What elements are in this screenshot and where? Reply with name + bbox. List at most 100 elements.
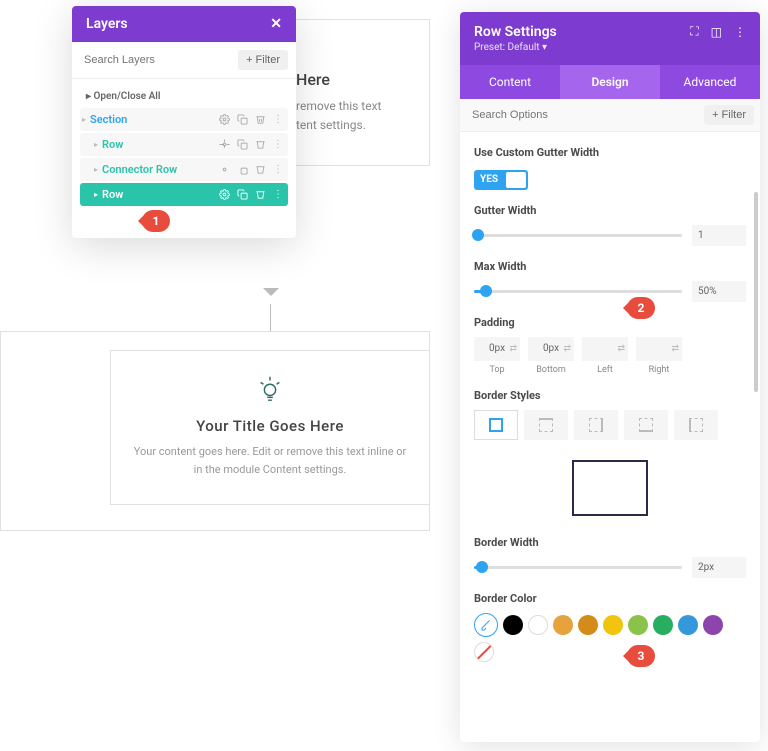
duplicate-icon[interactable]: [236, 114, 248, 126]
more-icon[interactable]: ⋮: [272, 189, 284, 201]
layer-section[interactable]: ▸ Section ⋮: [80, 108, 288, 131]
padding-left-input[interactable]: ⇄: [582, 337, 628, 361]
gear-icon[interactable]: [218, 189, 230, 201]
color-darkorange[interactable]: [578, 615, 598, 635]
layers-search-row: + Filter: [72, 42, 296, 79]
trash-icon[interactable]: [254, 164, 266, 176]
close-icon[interactable]: ✕: [270, 16, 282, 32]
layers-body: ▸ Open/Close All ▸ Section ⋮ ▸ Row ⋮ ▸ C…: [72, 79, 296, 238]
settings-search-row: + Filter: [460, 99, 760, 132]
slider-thumb[interactable]: [480, 285, 492, 297]
pad-label-right: Right: [649, 365, 670, 375]
tab-content[interactable]: Content: [460, 65, 560, 99]
module-title: Your Title Goes Here: [131, 417, 409, 435]
callout-1: 1: [142, 210, 170, 232]
color-green[interactable]: [653, 615, 673, 635]
border-style-bottom[interactable]: [624, 410, 668, 440]
label-border-styles: Border Styles: [474, 389, 746, 402]
color-blue[interactable]: [678, 615, 698, 635]
tab-advanced[interactable]: Advanced: [660, 65, 760, 99]
layer-connector-row[interactable]: ▸ Connector Row ⋮: [80, 158, 288, 181]
label-max-width: Max Width: [474, 260, 746, 273]
chevron-icon: ▸: [94, 140, 98, 149]
color-yellow[interactable]: [603, 615, 623, 635]
border-style-right[interactable]: [574, 410, 618, 440]
toggle-switch: [506, 172, 526, 188]
gutter-width-slider[interactable]: [474, 234, 682, 237]
label-padding: Padding: [474, 316, 746, 329]
padding-right-input[interactable]: ⇄: [636, 337, 682, 361]
max-width-slider[interactable]: [474, 290, 682, 293]
label-border-width: Border Width: [474, 536, 746, 549]
color-swatches: [474, 613, 746, 662]
settings-search-input[interactable]: [466, 105, 704, 125]
partial-text-1: remove this text: [296, 97, 409, 116]
color-lightgreen[interactable]: [628, 615, 648, 635]
settings-header: Row Settings Preset: Default ▾ ⛶ ◫ ⋮: [460, 12, 760, 65]
more-icon[interactable]: ⋮: [272, 164, 284, 176]
layers-search-input[interactable]: [80, 50, 232, 70]
gutter-toggle[interactable]: YES: [474, 170, 528, 190]
duplicate-icon[interactable]: [236, 164, 248, 176]
settings-tabs: Content Design Advanced: [460, 65, 760, 99]
lightbulb-icon: [255, 373, 285, 403]
layers-header: Layers ✕: [72, 6, 296, 42]
border-style-top[interactable]: [524, 410, 568, 440]
filter-button[interactable]: + Filter: [238, 50, 288, 70]
slider-thumb[interactable]: [476, 561, 488, 573]
link-icon[interactable]: ⇄: [671, 344, 679, 354]
module-content: Your content goes here. Edit or remove t…: [131, 443, 409, 478]
link-icon[interactable]: ⇄: [617, 344, 625, 354]
color-purple[interactable]: [703, 615, 723, 635]
gutter-width-value[interactable]: 1: [692, 225, 746, 246]
trash-icon[interactable]: [254, 139, 266, 151]
border-preview: [572, 460, 648, 516]
gear-icon[interactable]: [218, 139, 230, 151]
padding-bottom-input[interactable]: 0px⇄: [528, 337, 574, 361]
layers-title: Layers: [86, 16, 128, 32]
trash-icon[interactable]: [254, 189, 266, 201]
color-black[interactable]: [503, 615, 523, 635]
border-style-left[interactable]: [674, 410, 718, 440]
eyedropper-icon[interactable]: [474, 613, 498, 637]
connector-line: [270, 304, 271, 331]
color-none[interactable]: [474, 642, 494, 662]
link-icon[interactable]: ⇄: [563, 344, 571, 354]
more-icon[interactable]: ⋮: [734, 25, 746, 39]
border-style-all[interactable]: [474, 410, 518, 440]
padding-top-input[interactable]: 0px⇄: [474, 337, 520, 361]
layer-row-2-active[interactable]: ▸ Row ⋮: [80, 183, 288, 206]
max-width-value[interactable]: 50%: [692, 281, 746, 302]
settings-filter-button[interactable]: + Filter: [704, 105, 754, 125]
color-white[interactable]: [528, 615, 548, 635]
duplicate-icon[interactable]: [236, 139, 248, 151]
chevron-icon: ▸: [82, 115, 86, 124]
dock-icon[interactable]: ◫: [711, 25, 722, 39]
trash-icon[interactable]: [254, 114, 266, 126]
callout-3: 3: [627, 645, 655, 667]
tab-design[interactable]: Design: [560, 65, 660, 99]
gear-icon[interactable]: [218, 164, 230, 176]
more-icon[interactable]: ⋮: [272, 114, 284, 126]
link-icon[interactable]: ⇄: [509, 344, 517, 354]
slider-thumb[interactable]: [472, 229, 484, 241]
open-close-all[interactable]: ▸ Open/Close All: [80, 87, 288, 106]
border-width-value[interactable]: 2px: [692, 557, 746, 578]
chevron-icon: ▸: [94, 165, 98, 174]
label-gutter-width: Gutter Width: [474, 204, 746, 217]
duplicate-icon[interactable]: [236, 189, 248, 201]
more-icon[interactable]: ⋮: [272, 139, 284, 151]
canvas-module[interactable]: Your Title Goes Here Your content goes h…: [110, 350, 430, 505]
expand-icon[interactable]: ⛶: [690, 24, 698, 39]
chevron-icon: ▸: [94, 190, 98, 199]
toggle-yes-label: YES: [474, 170, 504, 189]
layer-row-1[interactable]: ▸ Row ⋮: [80, 133, 288, 156]
label-gutter-toggle: Use Custom Gutter Width: [474, 146, 746, 159]
scrollbar[interactable]: [754, 192, 758, 392]
color-orange[interactable]: [553, 615, 573, 635]
settings-panel: Row Settings Preset: Default ▾ ⛶ ◫ ⋮ Con…: [460, 12, 760, 742]
border-width-slider[interactable]: [474, 566, 682, 569]
gear-icon[interactable]: [218, 114, 230, 126]
settings-preset[interactable]: Preset: Default ▾: [474, 42, 557, 53]
settings-title: Row Settings: [474, 24, 557, 40]
